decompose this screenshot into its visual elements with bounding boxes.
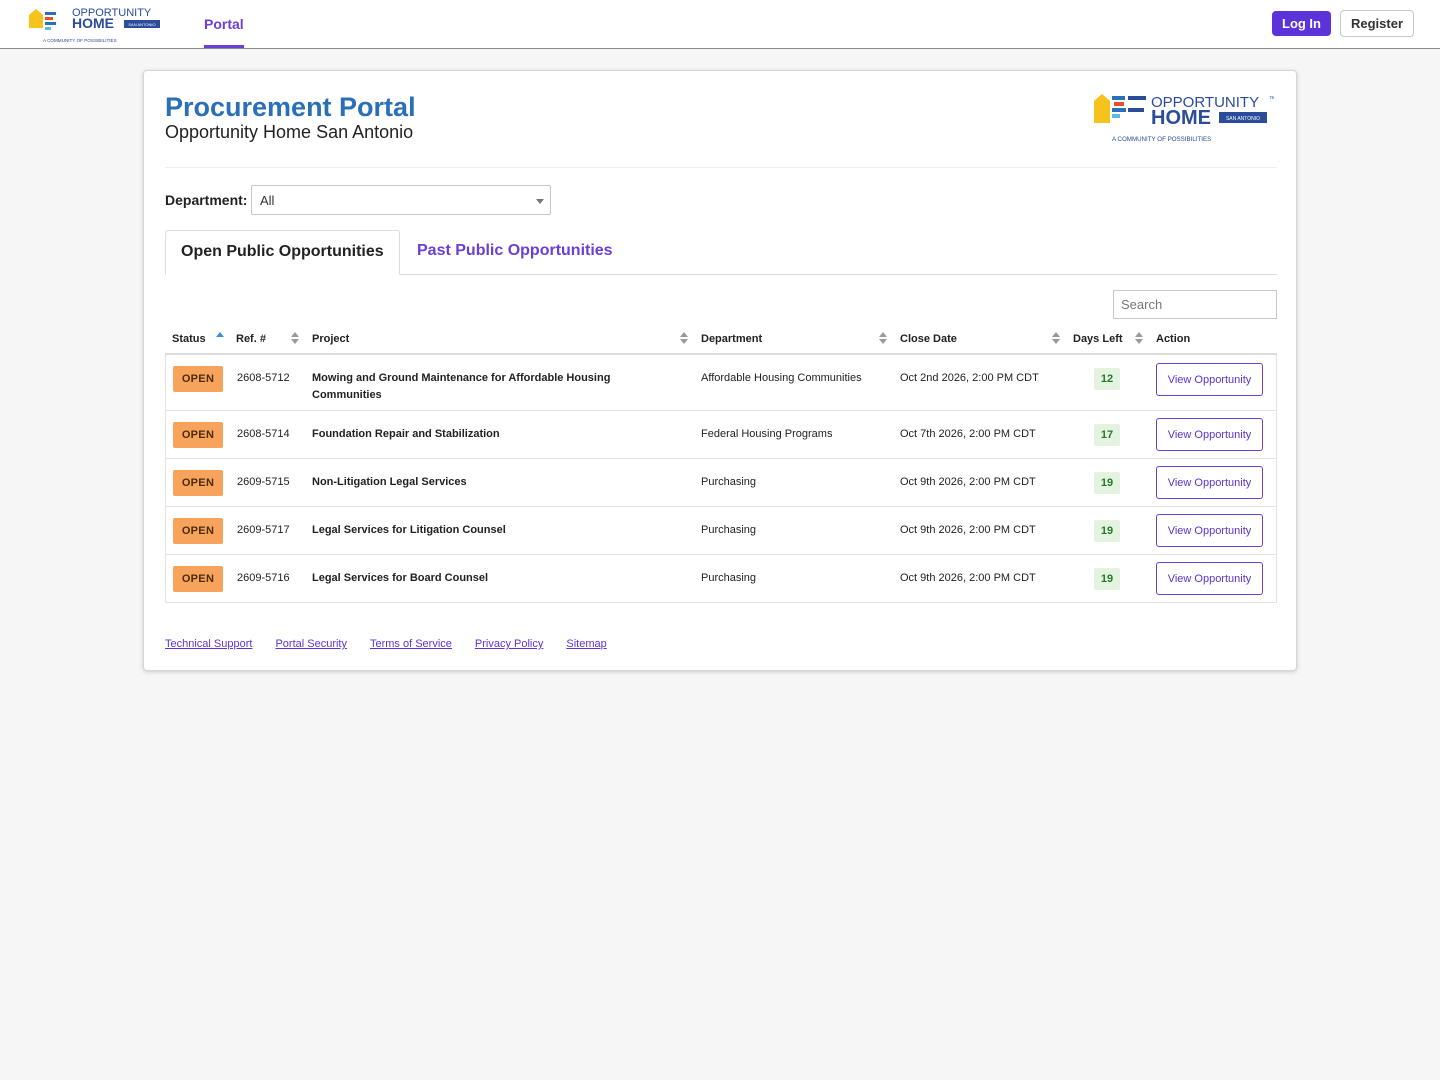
status-badge: OPEN: [173, 518, 223, 544]
close-date: Oct 9th 2026, 2:00 PM CDT: [900, 476, 1036, 488]
status-badge: OPEN: [173, 422, 223, 448]
header-close-date[interactable]: Close Date: [900, 333, 957, 345]
department-name: Affordable Housing Communities: [701, 372, 862, 384]
status-badge: OPEN: [173, 566, 223, 592]
ref-number: 2609-5716: [237, 572, 290, 584]
tab-open-opportunities[interactable]: Open Public Opportunities: [165, 230, 400, 275]
search-input[interactable]: [1113, 290, 1277, 319]
sort-icon[interactable]: [291, 332, 299, 346]
project-name: Legal Services for Board Counsel: [312, 572, 489, 584]
days-left-badge: 19: [1094, 568, 1120, 590]
ref-number: 2609-5715: [237, 476, 290, 488]
close-date: Oct 2nd 2026, 2:00 PM CDT: [900, 372, 1039, 384]
footer-link-technical-support[interactable]: Technical Support: [165, 638, 252, 650]
table-row: OPEN 2609-5716 Legal Services for Board …: [166, 555, 1276, 603]
days-left-badge: 19: [1094, 520, 1120, 542]
page-subtitle: Opportunity Home San Antonio: [165, 122, 414, 142]
project-name: Mowing and Ground Maintenance for Afford…: [312, 372, 611, 401]
department-label: Department:: [165, 192, 248, 208]
svg-text:™: ™: [1269, 96, 1274, 103]
opportunity-home-logo[interactable]: OPPORTUNITY HOME SAN ANTONIO A COMMUNITY…: [28, 5, 168, 45]
ref-number: 2608-5714: [237, 428, 290, 440]
view-opportunity-button[interactable]: View Opportunity: [1156, 466, 1263, 499]
view-opportunity-button[interactable]: View Opportunity: [1156, 562, 1263, 595]
opportunity-home-logo-large: OPPORTUNITY ™ HOME SAN ANTONIO A COMMUNI…: [1094, 94, 1274, 143]
header-department[interactable]: Department: [701, 333, 762, 345]
header-project[interactable]: Project: [312, 333, 349, 345]
view-opportunity-button[interactable]: View Opportunity: [1156, 514, 1263, 547]
status-badge: OPEN: [173, 470, 223, 496]
header-action: Action: [1156, 333, 1191, 345]
svg-text:HOME: HOME: [72, 15, 114, 31]
footer-link-portal-security[interactable]: Portal Security: [275, 638, 347, 650]
sort-icon[interactable]: [680, 332, 688, 346]
footer-link-privacy-policy[interactable]: Privacy Policy: [475, 638, 543, 650]
page-title: Procurement Portal: [165, 92, 416, 122]
footer-links: Technical Support Portal Security Terms …: [165, 638, 607, 650]
header-divider: [165, 167, 1277, 168]
nav-portal[interactable]: Portal: [204, 0, 244, 48]
sort-asc-icon[interactable]: [216, 332, 224, 346]
svg-text:HOME: HOME: [1151, 107, 1211, 129]
table-row: OPEN 2608-5714 Foundation Repair and Sta…: [166, 411, 1276, 459]
portal-card: Procurement Portal Opportunity Home San …: [143, 70, 1297, 671]
close-date: Oct 9th 2026, 2:00 PM CDT: [900, 524, 1036, 536]
close-date: Oct 9th 2026, 2:00 PM CDT: [900, 572, 1036, 584]
sort-icon[interactable]: [1052, 332, 1060, 346]
project-name: Legal Services for Litigation Counsel: [312, 524, 506, 536]
tab-past-opportunities[interactable]: Past Public Opportunities: [417, 242, 613, 260]
view-opportunity-button[interactable]: View Opportunity: [1156, 363, 1263, 396]
table-body: OPEN 2608-5712 Mowing and Ground Mainten…: [165, 355, 1277, 603]
days-left-badge: 12: [1094, 368, 1120, 390]
svg-text:SAN ANTONIO: SAN ANTONIO: [128, 22, 155, 27]
footer-link-terms-of-service[interactable]: Terms of Service: [370, 638, 452, 650]
close-date: Oct 7th 2026, 2:00 PM CDT: [900, 428, 1036, 440]
chevron-down-icon: [536, 199, 544, 204]
svg-text:SAN ANTONIO: SAN ANTONIO: [1226, 116, 1260, 122]
header-ref[interactable]: Ref. #: [236, 333, 266, 345]
sort-icon[interactable]: [1135, 332, 1143, 346]
department-name: Purchasing: [701, 524, 757, 536]
department-select-value: All: [260, 193, 275, 208]
top-bar: OPPORTUNITY HOME SAN ANTONIO A COMMUNITY…: [0, 0, 1440, 49]
register-button[interactable]: Register: [1340, 10, 1414, 37]
sort-icon[interactable]: [879, 332, 887, 346]
days-left-badge: 17: [1094, 424, 1120, 446]
header-days-left[interactable]: Days Left: [1073, 333, 1123, 345]
footer-link-sitemap[interactable]: Sitemap: [566, 638, 606, 650]
department-name: Federal Housing Programs: [701, 428, 833, 440]
table-row: OPEN 2609-5715 Non-Litigation Legal Serv…: [166, 459, 1276, 507]
department-name: Purchasing: [701, 476, 757, 488]
table-header: Status Ref. # Project Department Close D…: [165, 326, 1277, 355]
svg-text:A COMMUNITY OF POSSIBILITIES: A COMMUNITY OF POSSIBILITIES: [43, 38, 117, 43]
ref-number: 2608-5712: [237, 372, 290, 384]
ref-number: 2609-5717: [237, 524, 290, 536]
department-name: Purchasing: [701, 572, 757, 584]
login-button[interactable]: Log In: [1272, 11, 1331, 36]
table-row: OPEN 2608-5712 Mowing and Ground Mainten…: [166, 355, 1276, 411]
header-status[interactable]: Status: [172, 333, 206, 345]
view-opportunity-button[interactable]: View Opportunity: [1156, 418, 1263, 451]
svg-text:A COMMUNITY OF POSSIBILITIES: A COMMUNITY OF POSSIBILITIES: [1112, 136, 1211, 143]
project-name: Foundation Repair and Stabilization: [312, 428, 500, 440]
opportunities-table: Status Ref. # Project Department Close D…: [165, 326, 1277, 603]
days-left-badge: 19: [1094, 472, 1120, 494]
table-row: OPEN 2609-5717 Legal Services for Litiga…: [166, 507, 1276, 555]
status-badge: OPEN: [173, 366, 223, 392]
department-select[interactable]: All: [251, 185, 551, 215]
project-name: Non-Litigation Legal Services: [312, 476, 467, 488]
